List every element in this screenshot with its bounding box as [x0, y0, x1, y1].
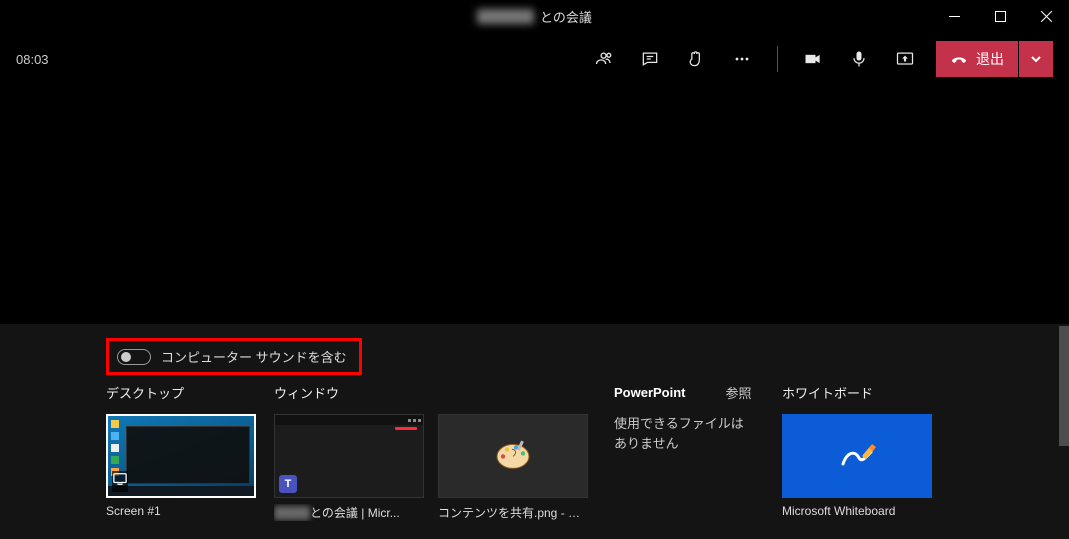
participants-button[interactable] [583, 39, 625, 79]
blurred-name: aaaa [477, 9, 534, 24]
leave-chevron-button[interactable] [1019, 41, 1053, 77]
leave-group: 退出 [936, 41, 1053, 77]
include-sound-label: コンピューター サウンドを含む [161, 347, 347, 366]
title-suffix: との会議 [540, 7, 592, 26]
whiteboard-icon [837, 436, 877, 476]
powerpoint-heading: PowerPoint 参照 [614, 383, 782, 402]
teams-icon: T [279, 475, 297, 493]
paint-icon [493, 438, 533, 470]
toggle-knob [121, 352, 131, 362]
include-sound-toggle[interactable] [117, 349, 151, 365]
whiteboard-heading: ホワイトボード [782, 383, 962, 402]
window-thumb-label: コンテンツを共有.png - ペイ... [438, 504, 588, 521]
whiteboard-label: Microsoft Whiteboard [782, 504, 962, 518]
screen-icon [112, 471, 128, 492]
browse-button[interactable]: 参照 [726, 383, 752, 402]
raise-hand-button[interactable] [675, 39, 717, 79]
more-actions-button[interactable] [721, 39, 763, 79]
chat-button[interactable] [629, 39, 671, 79]
window-heading: ウィンドウ [274, 383, 614, 402]
no-files-message: 使用できるファイルはありません [614, 414, 754, 453]
window-thumb-teams[interactable]: T aaaとの会議 | Micr... [274, 414, 424, 521]
vertical-scrollbar[interactable] [1059, 326, 1069, 446]
maximize-button[interactable] [977, 0, 1023, 32]
window-thumb-preview: T [274, 414, 424, 498]
desktop-thumb-label: Screen #1 [106, 504, 256, 518]
share-tray: コンピューター サウンドを含む デスクトップ Screen #1 [0, 324, 1069, 539]
toolbar-icons [583, 39, 926, 79]
chevron-down-icon [1030, 53, 1042, 65]
window-thumb-paint[interactable]: コンテンツを共有.png - ペイ... [438, 414, 588, 521]
minimize-button[interactable] [931, 0, 977, 32]
window-title: aaaa との会議 [477, 7, 592, 26]
toolbar-divider [777, 46, 778, 72]
meeting-toolbar: 08:03 退出 [0, 32, 1069, 86]
close-button[interactable] [1023, 0, 1069, 32]
desktop-thumb[interactable]: Screen #1 [106, 414, 256, 518]
leave-button[interactable]: 退出 [936, 41, 1018, 77]
call-timer: 08:03 [16, 52, 49, 67]
leave-label: 退出 [976, 49, 1004, 69]
desktop-heading: デスクトップ [106, 383, 274, 402]
title-bar: aaaa との会議 [0, 0, 1069, 32]
whiteboard-tile[interactable] [782, 414, 932, 498]
window-thumb-label: aaaとの会議 | Micr... [274, 504, 424, 521]
share-screen-button[interactable] [884, 39, 926, 79]
camera-button[interactable] [792, 39, 834, 79]
include-sound-highlight: コンピューター サウンドを含む [106, 338, 362, 375]
desktop-thumb-preview [106, 414, 256, 498]
window-controls [931, 0, 1069, 32]
hangup-icon [950, 50, 968, 68]
microphone-button[interactable] [838, 39, 880, 79]
window-thumb-preview [438, 414, 588, 498]
video-stage [0, 86, 1069, 324]
